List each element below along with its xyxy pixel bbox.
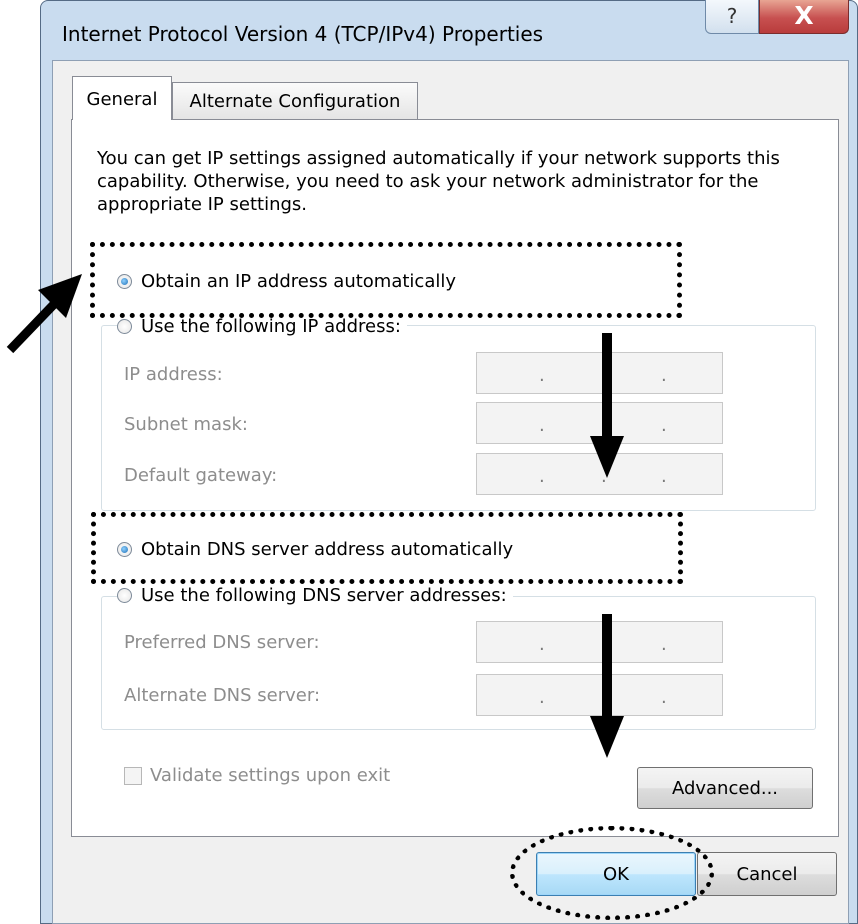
- use-following-dns-radio[interactable]: Use the following DNS server addresses:: [117, 585, 513, 606]
- window-title: Internet Protocol Version 4 (TCP/IPv4) P…: [62, 22, 544, 46]
- alternate-dns-label: Alternate DNS server:: [124, 685, 321, 706]
- ok-button[interactable]: OK: [536, 852, 696, 896]
- help-button[interactable]: ?: [705, 0, 759, 34]
- tab-alternate-configuration[interactable]: Alternate Configuration: [172, 82, 418, 120]
- subnet-mask-label: Subnet mask:: [124, 414, 248, 435]
- close-button[interactable]: X: [759, 0, 849, 34]
- intro-text: You can get IP settings assigned automat…: [97, 148, 780, 215]
- cancel-button[interactable]: Cancel: [697, 852, 837, 896]
- use-following-ip-label: Use the following IP address:: [141, 316, 401, 337]
- obtain-dns-automatically-radio[interactable]: Obtain DNS server address automatically: [117, 539, 520, 560]
- checkbox-icon: [124, 766, 142, 785]
- obtain-ip-automatically-radio[interactable]: Obtain an IP address automatically: [117, 271, 463, 292]
- radio-unselected-icon: [117, 319, 132, 334]
- help-icon: ?: [726, 4, 738, 28]
- radio-unselected-icon: [117, 588, 132, 603]
- validate-settings-checkbox[interactable]: Validate settings upon exit: [124, 765, 390, 786]
- validate-settings-label: Validate settings upon exit: [150, 765, 391, 786]
- radio-selected-icon: [117, 274, 132, 289]
- close-icon: X: [794, 1, 814, 30]
- preferred-dns-label: Preferred DNS server:: [124, 632, 320, 653]
- use-following-ip-radio[interactable]: Use the following IP address:: [117, 316, 407, 337]
- default-gateway-input[interactable]: ...: [476, 453, 723, 495]
- alternate-dns-input[interactable]: ...: [476, 674, 723, 716]
- radio-selected-icon: [117, 542, 132, 557]
- use-following-dns-label: Use the following DNS server addresses:: [141, 585, 507, 606]
- tab-general[interactable]: General: [72, 76, 172, 120]
- ip-address-input[interactable]: ...: [476, 352, 723, 394]
- default-gateway-label: Default gateway:: [124, 465, 278, 486]
- obtain-ip-automatically-label: Obtain an IP address automatically: [141, 271, 457, 292]
- advanced-button[interactable]: Advanced...: [637, 767, 813, 809]
- preferred-dns-input[interactable]: ...: [476, 621, 723, 663]
- obtain-dns-automatically-label: Obtain DNS server address automatically: [141, 539, 514, 560]
- ip-address-label: IP address:: [124, 364, 223, 385]
- subnet-mask-input[interactable]: ...: [476, 402, 723, 444]
